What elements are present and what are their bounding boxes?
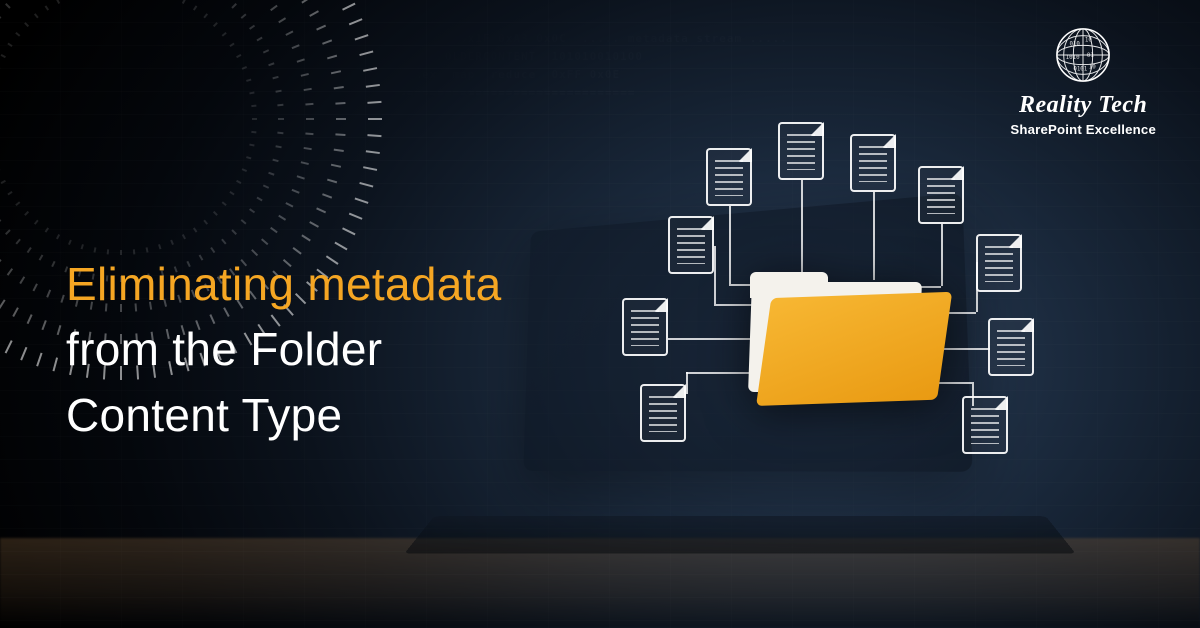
svg-text:10: 10 [1085,37,1092,43]
svg-text:1010: 1010 [1066,55,1080,61]
brand-logo: 01010 101001 010110 Reality Tech SharePo… [1010,26,1156,138]
svg-text:010: 010 [1070,41,1081,47]
globe-icon: 01010 101001 010110 [1054,26,1112,84]
svg-text:01: 01 [1087,53,1094,59]
heading-line-1: Eliminating metadata [66,252,502,317]
svg-text:0101: 0101 [1073,66,1087,72]
heading-line-2: from the Folder [66,317,502,382]
hero-heading: Eliminating metadata from the Folder Con… [66,252,502,448]
hero-banner: ===== DATA=02 ===== 0x1F 0xA3 0x0C .....… [0,0,1200,628]
heading-line-3: Content Type [66,383,502,448]
svg-text:10: 10 [1089,65,1096,71]
brand-tagline: SharePoint Excellence [1010,121,1156,138]
brand-name: Reality Tech [1010,93,1156,117]
